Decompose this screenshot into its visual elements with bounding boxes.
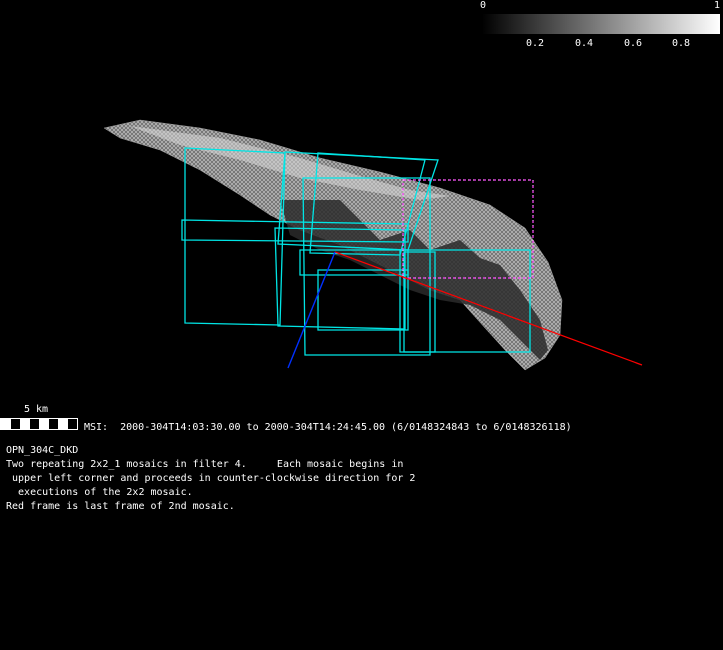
colorbar-tick: 0.8	[672, 38, 691, 49]
colorbar-min-label: 0	[480, 0, 487, 11]
colorbar-max-label: 1	[714, 0, 721, 11]
observation-id: OPN_304C_DKD	[6, 445, 79, 456]
description-line: Two repeating 2x2_1 mosaics in filter 4.…	[6, 459, 404, 470]
scale-checker	[0, 418, 78, 430]
scale-bar: 5 km	[0, 404, 80, 434]
colorbar: 0 1 0.2 0.4 0.6 0.8	[480, 0, 723, 52]
footprint-plot	[103, 119, 643, 371]
description-line: Red frame is last frame of 2nd mosaic.	[6, 501, 235, 512]
description-line: upper left corner and proceeds in counte…	[6, 473, 416, 484]
description-block: OPN_304C_DKD Two repeating 2x2_1 mosaics…	[6, 444, 415, 514]
colorbar-tick: 0.4	[575, 38, 594, 49]
colorbar-tick: 0.2	[526, 38, 545, 49]
description-line: executions of the 2x2 mosaic.	[6, 487, 193, 498]
spin-axis	[287, 251, 336, 369]
msi-time-range: MSI: 2000-304T14:03:30.00 to 2000-304T14…	[84, 422, 572, 433]
colorbar-gradient	[482, 14, 720, 34]
scale-label: 5 km	[24, 404, 49, 415]
colorbar-tick: 0.6	[624, 38, 643, 49]
